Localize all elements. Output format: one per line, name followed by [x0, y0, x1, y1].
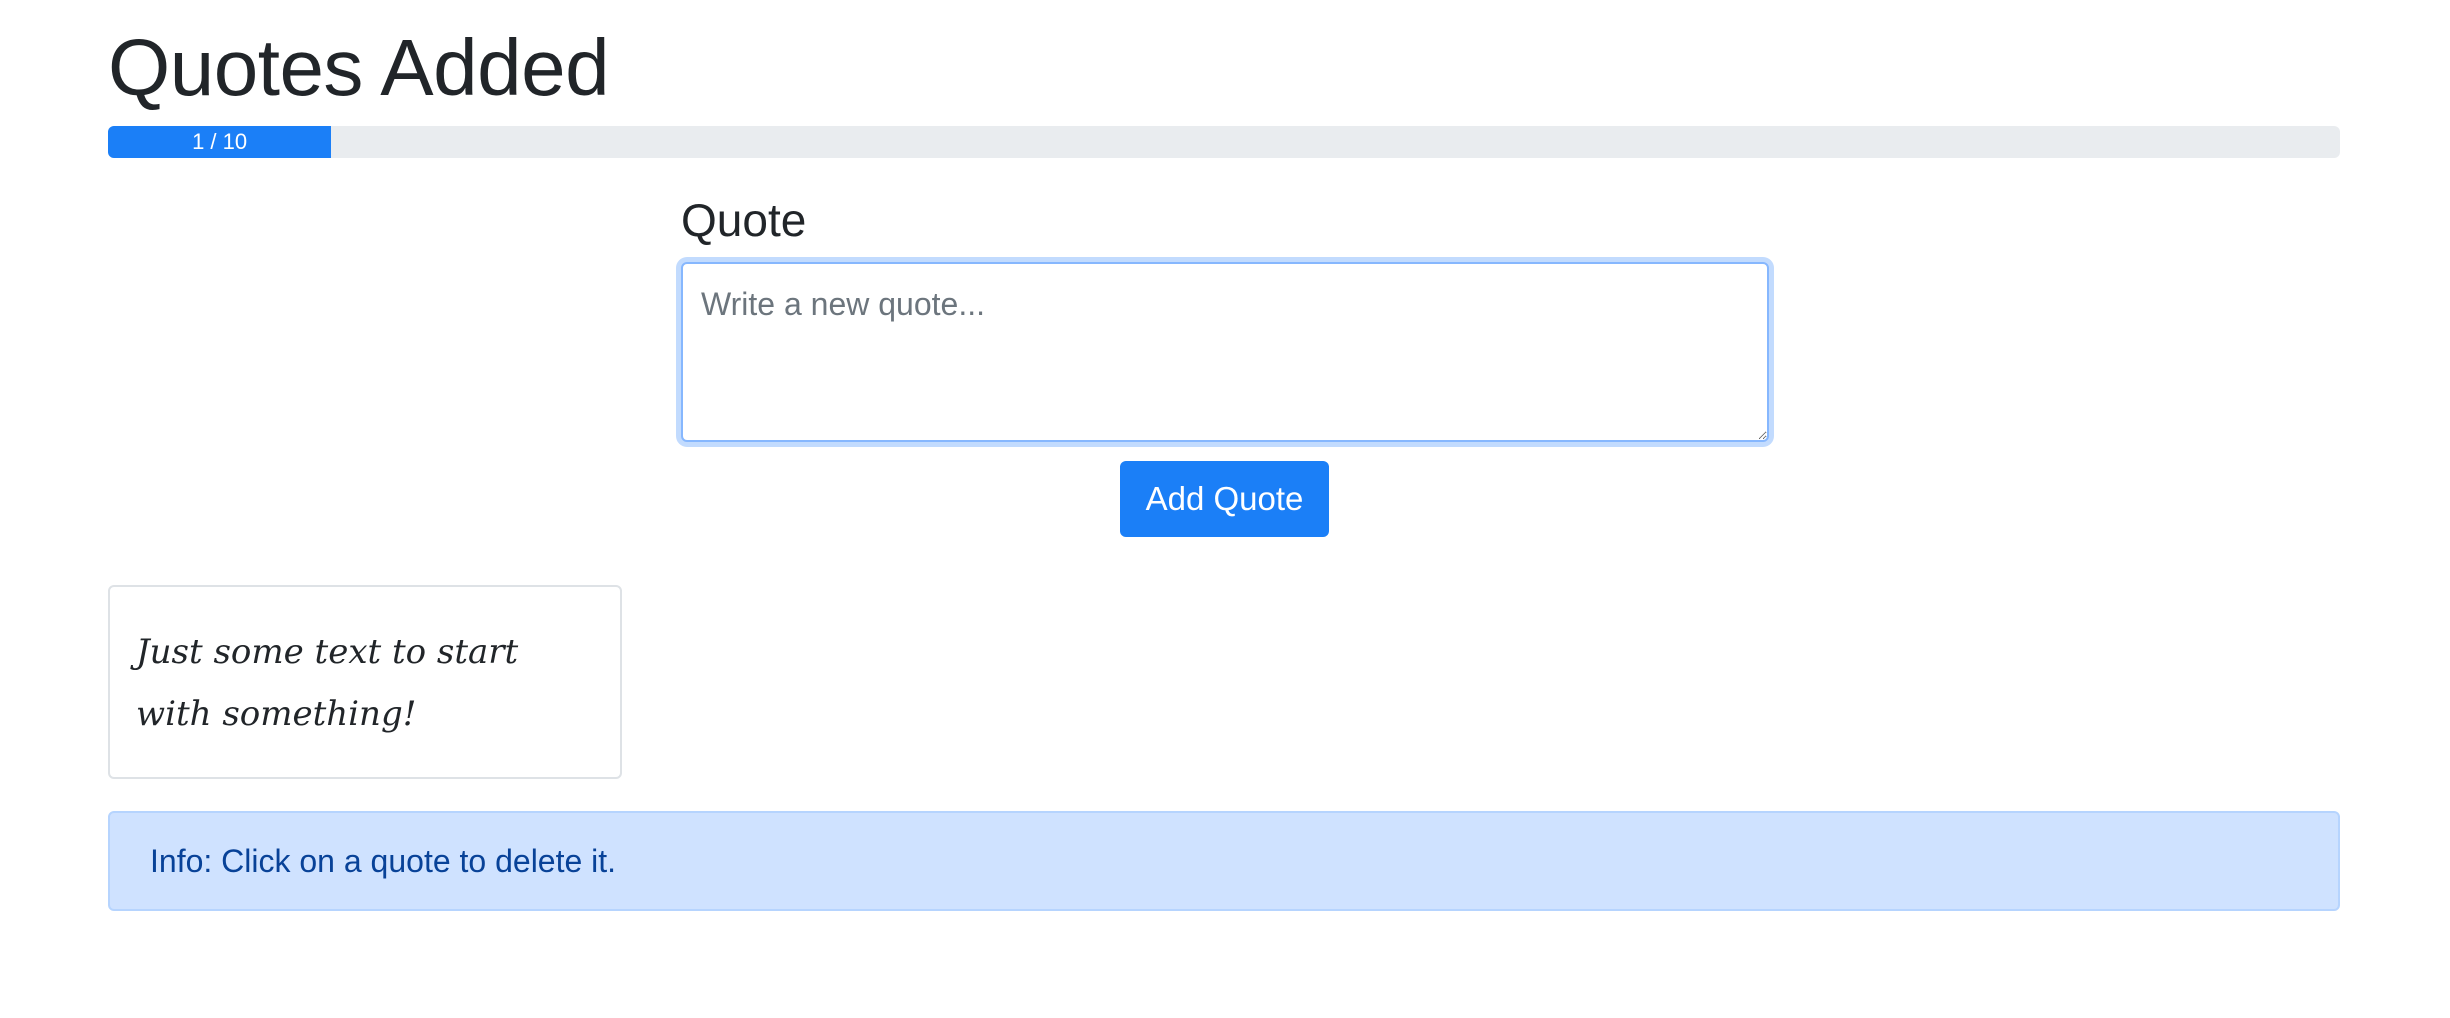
progress-label: 1 / 10	[192, 129, 248, 154]
page-container: Quotes Added 1 / 10 Quote Add Quote Just…	[0, 0, 2450, 1018]
info-alert: Info: Click on a quote to delete it.	[108, 811, 2340, 911]
page-title: Quotes Added	[108, 23, 610, 112]
info-text: Info: Click on a quote to delete it.	[150, 843, 617, 879]
add-quote-button[interactable]: Add Quote	[1120, 461, 1329, 537]
quote-card[interactable]: Just some text to start with something!	[108, 585, 622, 779]
quote-label: Quote	[681, 194, 807, 246]
quote-form: Quote	[681, 190, 1769, 442]
quotes-progress: 1 / 10	[108, 126, 2340, 158]
quote-textarea[interactable]	[681, 262, 1769, 442]
quote-text: Just some text to start with something!	[136, 632, 519, 734]
progress-bar: 1 / 10	[108, 126, 332, 158]
